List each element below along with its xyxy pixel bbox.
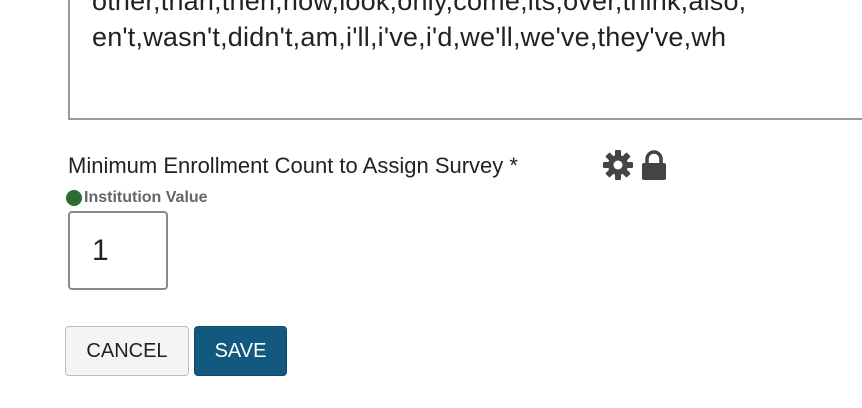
textarea-line-2: en't,wasn't,didn't,am,i'll,i've,i'd,we'l… <box>92 22 727 52</box>
institution-value-label: Institution Value <box>84 189 208 206</box>
status-dot-icon <box>66 190 82 206</box>
institution-value-indicator: Institution Value <box>66 189 208 207</box>
survey-settings-form: other,than,then,now,look,only,come,its,o… <box>0 0 862 408</box>
field-icons <box>602 148 670 182</box>
textarea-line-1: other,than,then,now,look,only,come,its,o… <box>92 0 747 16</box>
save-button[interactable]: SAVE <box>194 326 287 376</box>
cancel-button[interactable]: CANCEL <box>65 326 189 376</box>
lock-icon <box>638 149 670 181</box>
gear-icon[interactable] <box>602 149 634 181</box>
min-enrollment-label: Minimum Enrollment Count to Assign Surve… <box>68 153 518 178</box>
stopwords-textarea[interactable]: other,than,then,now,look,only,come,its,o… <box>68 0 862 120</box>
min-enrollment-input[interactable] <box>68 211 168 290</box>
